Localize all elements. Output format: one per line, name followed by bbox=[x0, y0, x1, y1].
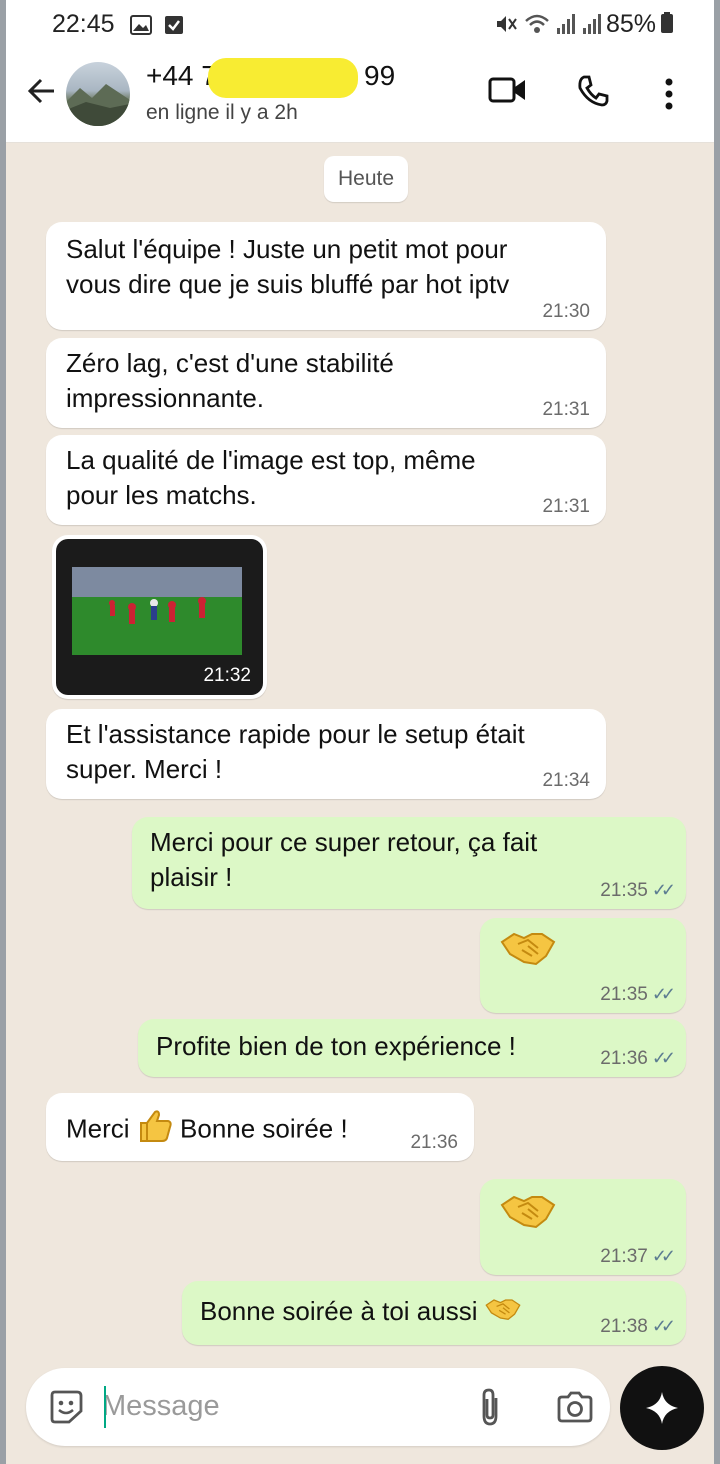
message-text: La qualité de l'image est top, même pour… bbox=[66, 443, 476, 513]
message-line: Salut l'équipe ! Juste un petit mot pour bbox=[66, 234, 508, 264]
message-line: Merci pour ce super retour, ça fait bbox=[150, 827, 538, 857]
voice-message-button[interactable] bbox=[620, 1366, 704, 1450]
message-meta: 21:35 ✓✓ bbox=[600, 984, 676, 1005]
message-text-part: Merci bbox=[66, 1113, 130, 1144]
signal-1-icon bbox=[556, 13, 576, 42]
message-incoming[interactable]: Merci Bonne soirée ! 21:36 bbox=[46, 1093, 474, 1161]
message-incoming[interactable]: Salut l'équipe ! Juste un petit mot pour… bbox=[46, 222, 606, 330]
message-line: super. Merci ! bbox=[66, 754, 223, 784]
sparkle-mic-icon bbox=[644, 1390, 680, 1431]
more-vert-icon[interactable] bbox=[664, 78, 674, 115]
message-text: Profite bien de ton expérience ! bbox=[156, 1031, 516, 1061]
message-meta: 21:38 ✓✓ bbox=[600, 1316, 676, 1337]
battery-percentage: 85% bbox=[606, 10, 657, 38]
phone-icon[interactable] bbox=[576, 74, 610, 113]
message-outgoing[interactable]: 21:35 ✓✓ bbox=[480, 918, 686, 1013]
message-text: Zéro lag, c'est d'une stabilité impressi… bbox=[66, 346, 394, 416]
message-time: 21:38 bbox=[600, 1316, 648, 1337]
mute-icon bbox=[494, 13, 518, 42]
image-message[interactable]: 21:32 bbox=[52, 535, 267, 699]
message-line: vous dire que je suis bluffé par hot ipt… bbox=[66, 269, 510, 299]
message-time: 21:34 bbox=[542, 770, 590, 791]
message-line: Zéro lag, c'est d'une stabilité bbox=[66, 348, 394, 378]
message-text: Bonne soirée à toi aussi bbox=[200, 1294, 521, 1332]
emoji-sticker-icon[interactable] bbox=[48, 1389, 84, 1430]
status-time: 22:45 bbox=[52, 10, 115, 38]
message-time: 21:35 bbox=[600, 880, 648, 901]
message-time: 21:35 bbox=[600, 984, 648, 1005]
battery-icon bbox=[660, 12, 674, 41]
redaction-mark bbox=[208, 58, 358, 98]
wifi-icon bbox=[524, 13, 550, 42]
contact-number-start: +44 7 bbox=[146, 60, 217, 91]
handshake-emoji-icon bbox=[485, 1295, 521, 1332]
last-seen-status: en ligne il y a 2h bbox=[146, 101, 298, 124]
chat-header: +44 7 99 en ligne il y a 2h bbox=[6, 48, 714, 143]
read-receipt-icon: ✓✓ bbox=[651, 984, 676, 1004]
read-receipt-icon: ✓✓ bbox=[651, 1246, 676, 1266]
chat-screen: 22:45 85% +44 7 99 en ligne il y a 2h He… bbox=[6, 0, 714, 1464]
message-time: 21:31 bbox=[542, 399, 590, 420]
attach-icon[interactable] bbox=[478, 1386, 502, 1433]
message-text-part: Bonne soirée ! bbox=[180, 1113, 348, 1144]
avatar[interactable] bbox=[66, 62, 130, 126]
message-line: La qualité de l'image est top, même bbox=[66, 445, 476, 475]
message-incoming[interactable]: La qualité de l'image est top, même pour… bbox=[46, 435, 606, 525]
message-line: Et l'assistance rapide pour le setup éta… bbox=[66, 719, 525, 749]
message-outgoing[interactable]: Merci pour ce super retour, ça fait plai… bbox=[132, 817, 686, 909]
message-time: 21:37 bbox=[600, 1246, 648, 1267]
message-text-part: Bonne soirée à toi aussi bbox=[200, 1296, 478, 1326]
tv-screen-image bbox=[72, 567, 242, 655]
camera-icon[interactable] bbox=[556, 1390, 594, 1429]
read-receipt-icon: ✓✓ bbox=[651, 1316, 676, 1336]
message-line: pour les matchs. bbox=[66, 480, 257, 510]
message-list[interactable]: Heute Salut l'équipe ! Juste un petit mo… bbox=[6, 143, 714, 1383]
contact-name[interactable]: +44 7 bbox=[146, 60, 217, 92]
checkbox-notification-icon bbox=[164, 13, 184, 42]
message-line: plaisir ! bbox=[150, 862, 233, 892]
message-time: 21:30 bbox=[542, 301, 590, 322]
message-text: Merci Bonne soirée ! bbox=[66, 1109, 348, 1152]
contact-number-end: 99 bbox=[364, 60, 396, 91]
message-composer bbox=[26, 1368, 610, 1446]
message-line: impressionnante. bbox=[66, 383, 264, 413]
back-arrow-icon[interactable] bbox=[26, 76, 58, 112]
read-receipt-icon: ✓✓ bbox=[651, 880, 676, 900]
image-thumbnail: 21:32 bbox=[56, 539, 263, 695]
message-input[interactable] bbox=[102, 1384, 442, 1428]
message-time: 21:32 bbox=[203, 665, 251, 686]
message-text: Salut l'équipe ! Juste un petit mot pour… bbox=[66, 232, 509, 302]
video-call-icon[interactable] bbox=[488, 74, 528, 111]
handshake-emoji-icon bbox=[500, 928, 556, 977]
message-meta: 21:36 ✓✓ bbox=[600, 1048, 676, 1069]
message-outgoing[interactable]: Bonne soirée à toi aussi 21:38 ✓✓ bbox=[182, 1281, 686, 1345]
message-meta: 21:35 ✓✓ bbox=[600, 880, 676, 901]
read-receipt-icon: ✓✓ bbox=[651, 1048, 676, 1068]
message-incoming[interactable]: Et l'assistance rapide pour le setup éta… bbox=[46, 709, 606, 799]
message-outgoing[interactable]: 21:37 ✓✓ bbox=[480, 1179, 686, 1275]
message-text: Et l'assistance rapide pour le setup éta… bbox=[66, 717, 525, 787]
date-separator: Heute bbox=[324, 156, 408, 202]
thumbs-up-emoji-icon bbox=[137, 1109, 173, 1152]
text-cursor bbox=[104, 1386, 106, 1428]
message-time: 21:36 bbox=[410, 1132, 458, 1153]
message-meta: 21:37 ✓✓ bbox=[600, 1246, 676, 1267]
message-time: 21:36 bbox=[600, 1048, 648, 1069]
message-incoming[interactable]: Zéro lag, c'est d'une stabilité impressi… bbox=[46, 338, 606, 428]
message-time: 21:31 bbox=[542, 496, 590, 517]
message-outgoing[interactable]: Profite bien de ton expérience ! 21:36 ✓✓ bbox=[138, 1019, 686, 1077]
message-text: Merci pour ce super retour, ça fait plai… bbox=[150, 825, 537, 895]
signal-2-icon bbox=[582, 13, 602, 42]
gallery-notification-icon bbox=[130, 13, 152, 42]
handshake-emoji-icon bbox=[500, 1191, 556, 1240]
status-bar: 22:45 85% bbox=[6, 0, 714, 48]
